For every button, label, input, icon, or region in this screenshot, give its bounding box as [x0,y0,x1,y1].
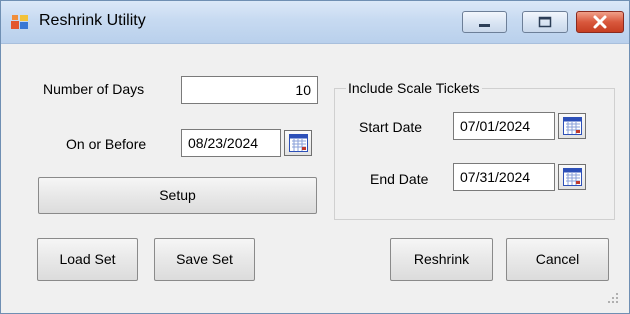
start-date-input[interactable]: 07/01/2024 [453,112,555,140]
number-of-days-input[interactable]: 10 [181,76,318,104]
close-button[interactable] [576,11,624,33]
dialog-body: Number of Days 10 On or Before 08/23/202… [8,46,622,307]
cancel-button[interactable]: Cancel [506,238,609,281]
resize-grip-icon[interactable] [607,292,619,304]
window-title: Reshrink Utility [39,12,146,29]
on-or-before-label: On or Before [66,136,147,152]
close-icon [593,15,607,29]
minimize-button[interactable] [462,11,507,33]
number-of-days-label: Number of Days [43,81,145,97]
minimize-icon [479,24,490,27]
calendar-icon [563,117,582,135]
on-or-before-calendar-button[interactable] [284,130,312,156]
calendar-icon [563,168,582,186]
start-date-calendar-button[interactable] [558,113,586,139]
maximize-icon [538,16,552,28]
on-or-before-input[interactable]: 08/23/2024 [181,129,281,157]
calendar-icon [289,134,308,152]
maximize-button[interactable] [522,11,568,33]
include-scale-tickets-group [334,88,615,220]
app-icon [11,15,28,29]
load-set-button[interactable]: Load Set [37,238,138,281]
end-date-calendar-button[interactable] [558,164,586,190]
reshrink-button[interactable]: Reshrink [390,238,493,281]
setup-button[interactable]: Setup [38,177,317,214]
start-date-label: Start Date [359,119,423,135]
title-bar[interactable]: Reshrink Utility [1,1,629,44]
end-date-input[interactable]: 07/31/2024 [453,163,555,191]
end-date-label: End Date [370,171,429,187]
reshrink-utility-window: Reshrink Utility Number of Days 10 On or… [0,0,630,314]
include-scale-tickets-title: Include Scale Tickets [346,80,482,96]
save-set-button[interactable]: Save Set [154,238,255,281]
